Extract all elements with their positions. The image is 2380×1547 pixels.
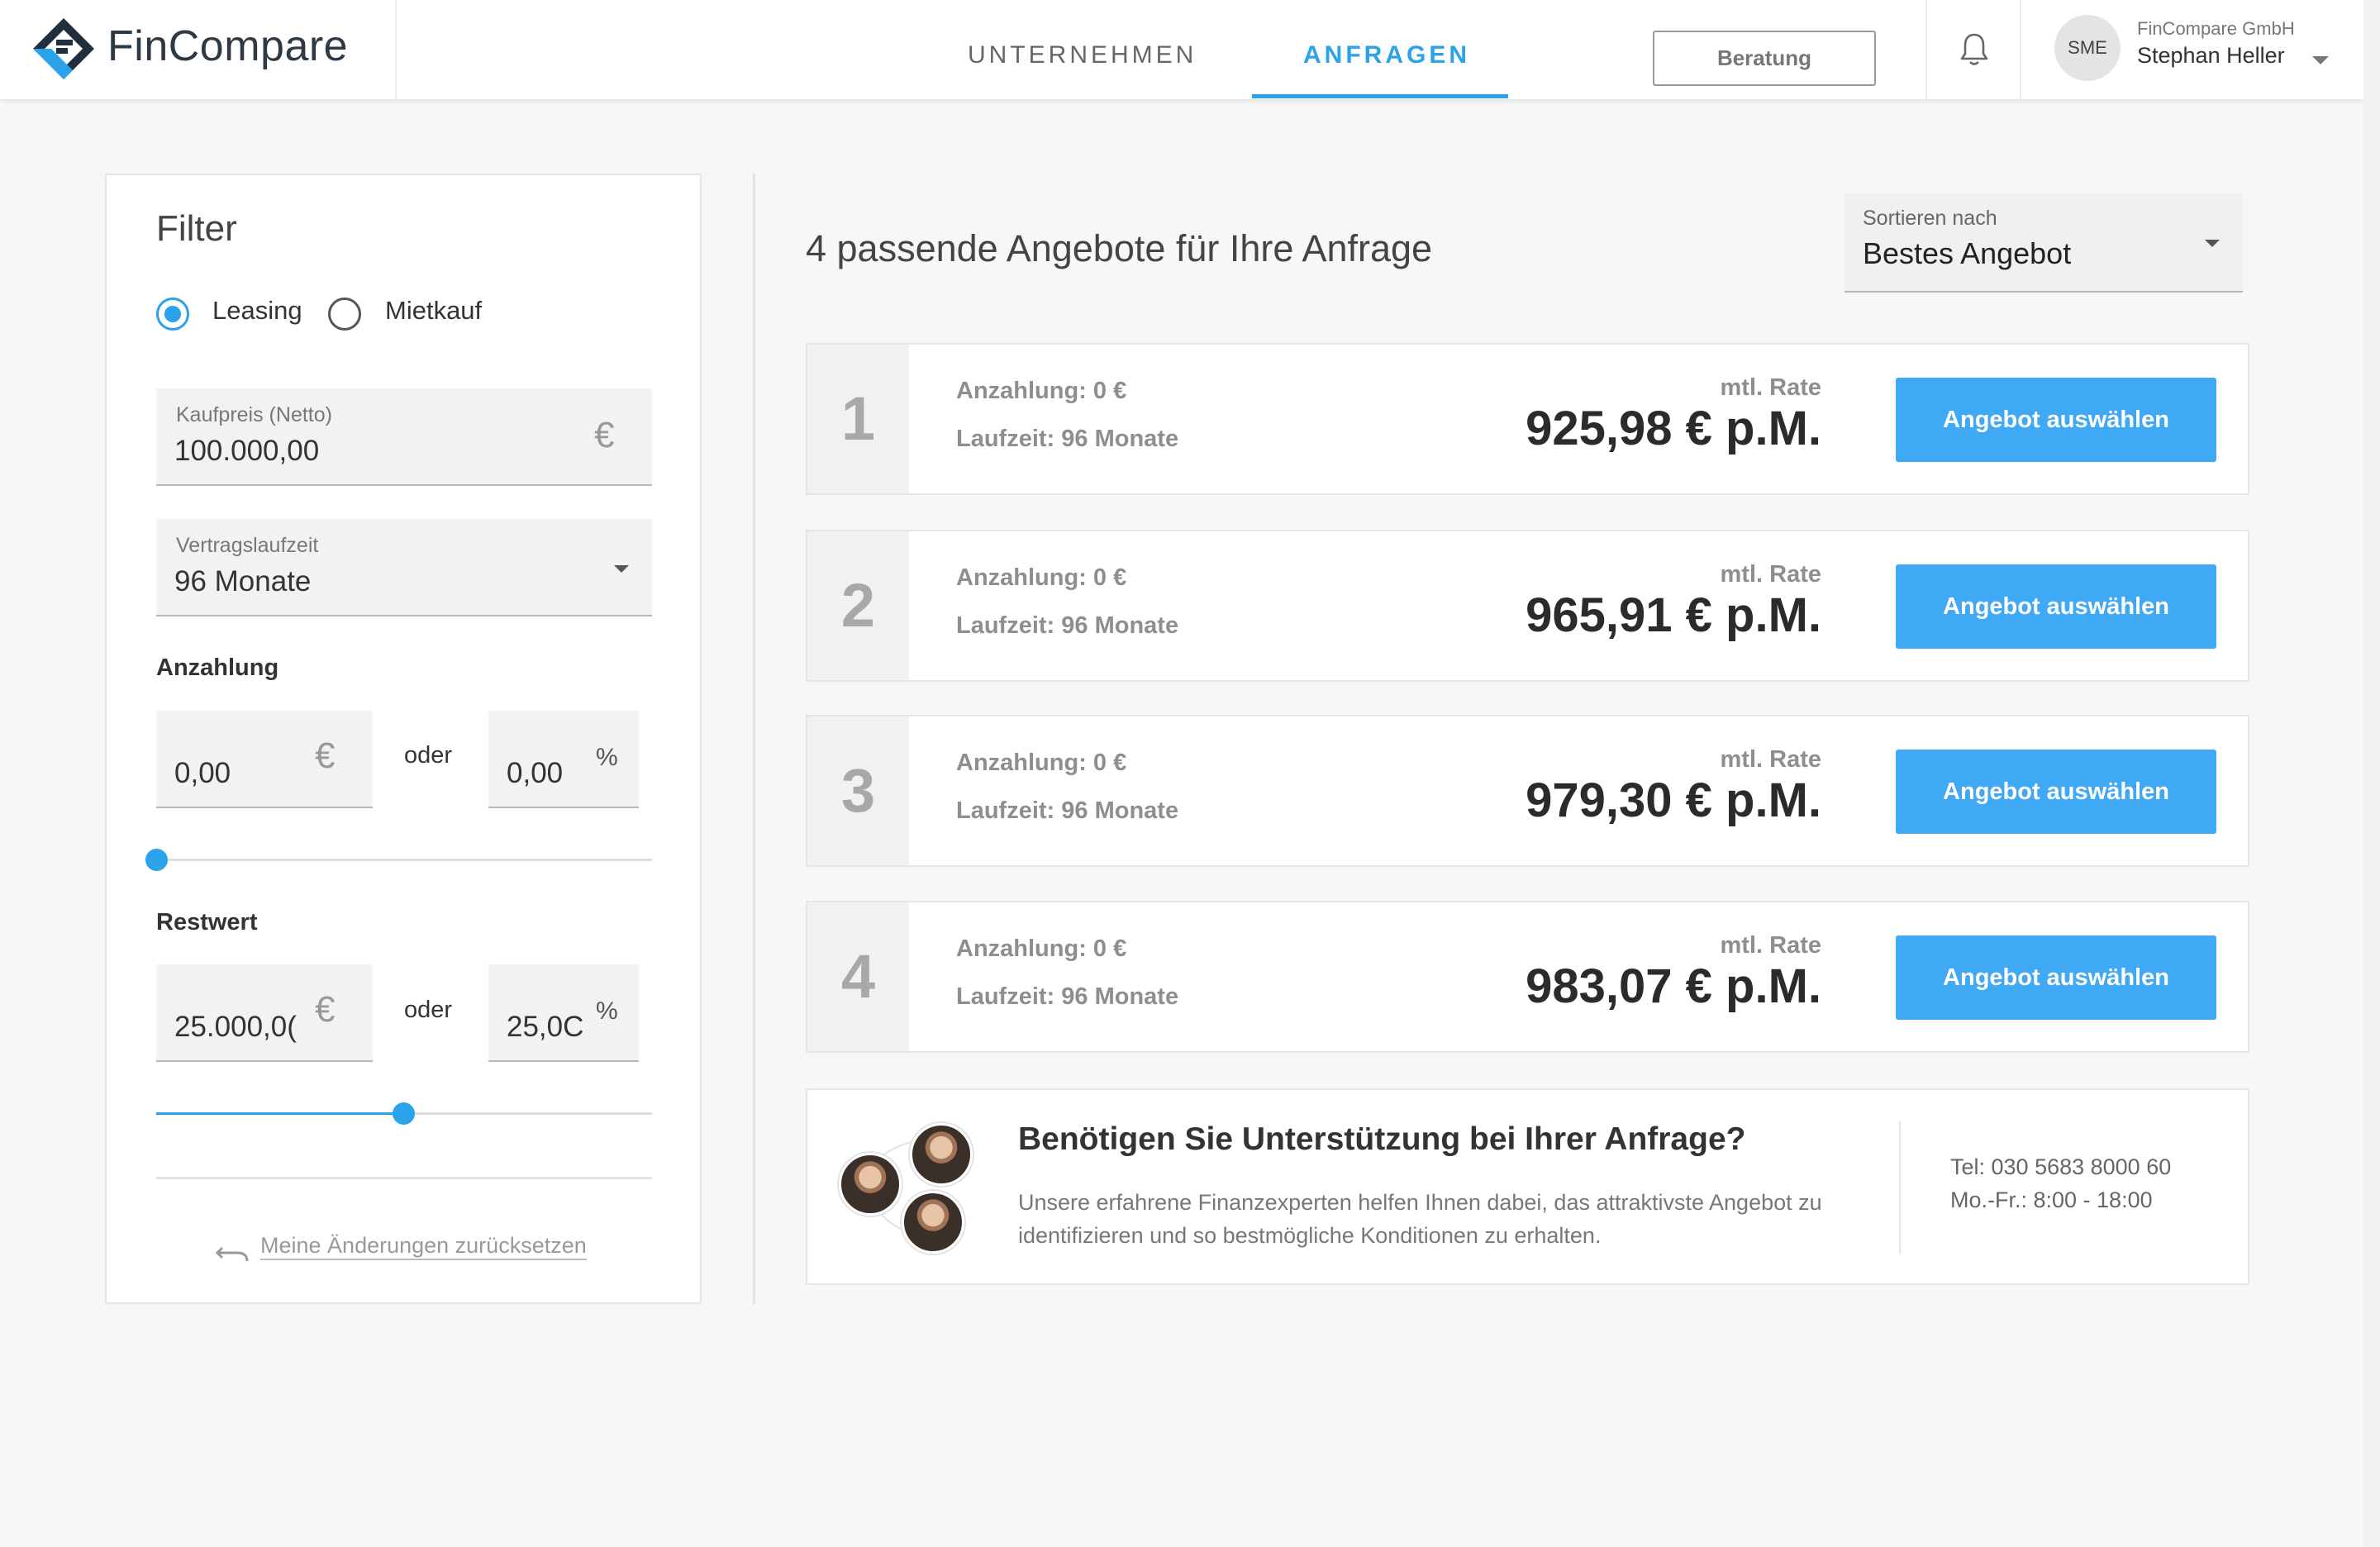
anzahlung-amount-value[interactable]: 0,00 [174, 757, 307, 790]
active-tab-indicator [1252, 94, 1508, 98]
column-divider [753, 174, 755, 1304]
anzahlung-percent-value[interactable]: 0,00 [507, 757, 589, 790]
offer-rank: 1 [807, 345, 909, 493]
offer-laufzeit: Laufzeit: 96 Monate [956, 426, 1179, 452]
offer-rank: 3 [807, 716, 909, 865]
support-hours: Mo.-Fr.: 8:00 - 18:00 [1950, 1188, 2153, 1212]
offer-laufzeit: Laufzeit: 96 Monate [956, 612, 1179, 639]
header-divider [1925, 0, 1927, 99]
results-title: 4 passende Angebote für Ihre Anfrage [806, 227, 1433, 269]
restwert-label: Restwert [156, 909, 258, 935]
oder-label: oder [404, 742, 453, 769]
fincompare-logo-icon [33, 18, 94, 79]
offer-anzahlung: Anzahlung: 0 € [956, 750, 1127, 776]
sort-label: Sortieren nach [1863, 207, 1997, 230]
top-header: FinCompare UNTERNEHMEN ANFRAGEN Beratung… [0, 0, 2363, 99]
euro-icon: € [594, 415, 615, 455]
kaufpreis-label: Kaufpreis (Netto) [176, 403, 332, 426]
support-text: Unsere erfahrene Finanzexperten helfen I… [1018, 1190, 1822, 1248]
anzahlung-label: Anzahlung [156, 654, 279, 681]
offer-anzahlung: Anzahlung: 0 € [956, 378, 1127, 404]
offer-rate: 965,91 € p.M. [1526, 588, 1821, 642]
offer-rank: 4 [807, 902, 909, 1051]
restwert-percent-field[interactable]: 25,0C % [488, 964, 639, 1062]
filter-panel: Filter Leasing Mietkauf Kaufpreis (Netto… [105, 174, 702, 1304]
restwert-slider-fill [156, 1112, 404, 1115]
restwert-amount-value[interactable]: 25.000,0( [174, 1011, 300, 1044]
offer-rate: 983,07 € p.M. [1526, 959, 1821, 1013]
divider [156, 1177, 652, 1179]
radio-mietkauf-label[interactable]: Mietkauf [385, 296, 482, 326]
anzahlung-percent-field[interactable]: 0,00 % [488, 711, 639, 808]
avatar[interactable]: SME [2054, 15, 2121, 81]
tab-anfragen[interactable]: ANFRAGEN [1303, 41, 1470, 69]
offer-laufzeit: Laufzeit: 96 Monate [956, 797, 1179, 824]
undo-icon[interactable] [214, 1238, 250, 1263]
restwert-slider-thumb[interactable] [393, 1102, 415, 1125]
anzahlung-slider[interactable] [145, 849, 652, 871]
offer-rank: 2 [807, 531, 909, 680]
user-name[interactable]: Stephan Heller [2137, 43, 2285, 69]
brand-name: FinCompare [107, 22, 349, 70]
support-divider [1899, 1121, 1901, 1254]
user-company: FinCompare GmbH [2137, 18, 2295, 39]
expert-avatar [910, 1123, 973, 1186]
radio-mietkauf[interactable] [328, 298, 361, 331]
offer-card: 4 Anzahlung: 0 € Laufzeit: 96 Monate mtl… [806, 901, 2249, 1053]
expert-avatar [902, 1191, 964, 1254]
chevron-down-icon[interactable] [2312, 56, 2329, 64]
select-offer-button[interactable]: Angebot auswählen [1896, 564, 2216, 649]
offer-card: 1 Anzahlung: 0 € Laufzeit: 96 Monate mtl… [806, 343, 2249, 495]
percent-icon: % [596, 997, 618, 1025]
vertragslaufzeit-value[interactable]: 96 Monate [174, 565, 311, 598]
offer-laufzeit: Laufzeit: 96 Monate [956, 983, 1179, 1010]
radio-leasing-label[interactable]: Leasing [212, 296, 302, 326]
offer-card: 2 Anzahlung: 0 € Laufzeit: 96 Monate mtl… [806, 530, 2249, 682]
tab-unternehmen[interactable]: UNTERNEHMEN [968, 41, 1197, 69]
select-offer-button[interactable]: Angebot auswählen [1896, 378, 2216, 462]
euro-icon: € [315, 735, 336, 776]
filter-title: Filter [156, 208, 237, 249]
scrollbar[interactable] [2363, 0, 2380, 1547]
offer-rate: 925,98 € p.M. [1526, 402, 1821, 455]
logo-area[interactable]: FinCompare [0, 0, 397, 99]
support-phone[interactable]: Tel: 030 5683 8000 60 [1950, 1154, 2171, 1180]
anzahlung-slider-thumb[interactable] [145, 849, 168, 871]
vertragslaufzeit-select[interactable]: Vertragslaufzeit 96 Monate [156, 519, 652, 616]
offer-card: 3 Anzahlung: 0 € Laufzeit: 96 Monate mtl… [806, 715, 2249, 867]
expert-avatar [839, 1153, 902, 1216]
radio-leasing[interactable] [156, 298, 189, 331]
offer-rate-label: mtl. Rate [1720, 374, 1821, 401]
anzahlung-amount-field[interactable]: 0,00 € [156, 711, 373, 808]
chevron-down-icon[interactable] [614, 565, 629, 573]
beratung-button[interactable]: Beratung [1653, 31, 1876, 86]
header-divider [2020, 0, 2021, 99]
offer-rate: 979,30 € p.M. [1526, 774, 1821, 827]
offer-rate-label: mtl. Rate [1720, 561, 1821, 588]
offer-anzahlung: Anzahlung: 0 € [956, 935, 1127, 962]
offer-rate-label: mtl. Rate [1720, 746, 1821, 773]
kaufpreis-field[interactable]: Kaufpreis (Netto) 100.000,00 € [156, 388, 652, 486]
restwert-percent-value[interactable]: 25,0C [507, 1011, 583, 1044]
chevron-down-icon[interactable] [2205, 240, 2220, 247]
support-box: Benötigen Sie Unterstützung bei Ihrer An… [806, 1088, 2249, 1285]
bell-icon[interactable] [1958, 31, 1991, 68]
reset-changes-link[interactable]: Meine Änderungen zurücksetzen [260, 1233, 587, 1260]
support-title: Benötigen Sie Unterstützung bei Ihrer An… [1018, 1121, 1746, 1157]
oder-label: oder [404, 997, 453, 1023]
offer-anzahlung: Anzahlung: 0 € [956, 564, 1127, 591]
kaufpreis-value[interactable]: 100.000,00 [174, 435, 319, 468]
select-offer-button[interactable]: Angebot auswählen [1896, 750, 2216, 834]
vertragslaufzeit-label: Vertragslaufzeit [176, 534, 319, 557]
percent-icon: % [596, 744, 618, 771]
offer-rate-label: mtl. Rate [1720, 932, 1821, 959]
euro-icon: € [315, 989, 336, 1030]
sort-select[interactable]: Sortieren nach Bestes Angebot [1844, 193, 2243, 293]
sort-value[interactable]: Bestes Angebot [1863, 236, 2071, 271]
select-offer-button[interactable]: Angebot auswählen [1896, 935, 2216, 1020]
restwert-slider[interactable] [156, 1102, 652, 1125]
restwert-amount-field[interactable]: 25.000,0( € [156, 964, 373, 1062]
